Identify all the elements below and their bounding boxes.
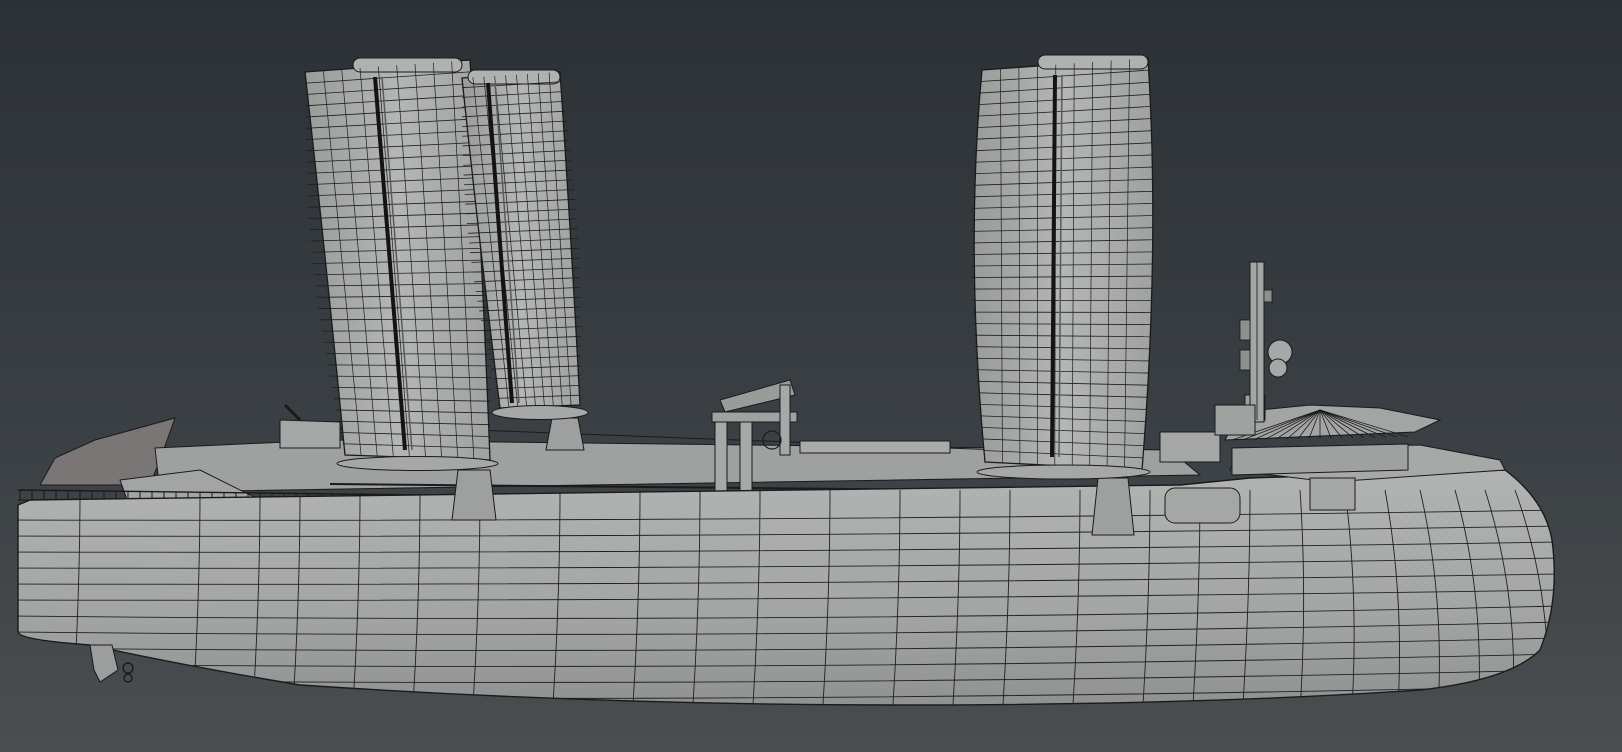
ship-model[interactable]	[0, 0, 1622, 752]
3d-viewport[interactable]	[0, 0, 1622, 752]
rotor-sail-forward	[971, 54, 1154, 536]
bow-flare	[39, 417, 176, 486]
